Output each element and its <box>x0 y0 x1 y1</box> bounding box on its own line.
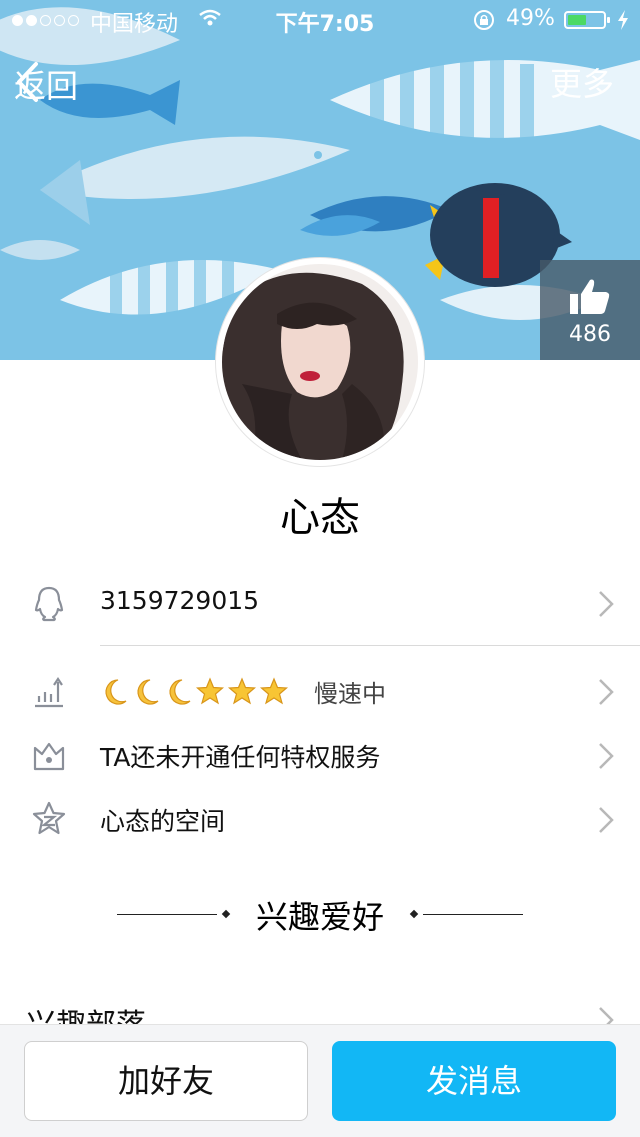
status-time: 下午7:05 <box>275 12 375 37</box>
moon-icon <box>137 678 159 705</box>
qzone-star-icon <box>32 801 66 835</box>
thumbs-up-icon <box>570 279 610 314</box>
back-button[interactable]: 返回 <box>14 60 78 108</box>
row-divider <box>100 645 640 646</box>
moon-icon <box>105 678 127 705</box>
add-friend-button[interactable]: 加好友 <box>24 1041 308 1121</box>
interests-section-header: 兴趣爱好 <box>0 892 640 938</box>
back-chevron-icon <box>17 62 38 102</box>
like-button[interactable]: 486 <box>540 260 640 360</box>
avatar[interactable] <box>216 258 424 466</box>
level-speed: 慢速中 <box>314 680 386 708</box>
privilege-text: TA还未开通任何特权服务 <box>100 743 381 772</box>
interests-title: 兴趣爱好 <box>255 898 384 936</box>
privilege-row[interactable]: TA还未开通任何特权服务 <box>0 722 640 786</box>
wifi-icon <box>199 9 221 26</box>
signal-icon <box>12 9 79 31</box>
carrier-label: 中国移动 <box>90 12 179 37</box>
profile-name: 心态 <box>280 495 360 541</box>
chevron-right-icon <box>599 679 614 705</box>
qzone-row[interactable]: 心态的空间 <box>0 786 640 850</box>
status-bar: 中国移动 下午7:05 49% <box>0 0 640 40</box>
qzone-text: 心态的空间 <box>100 807 226 836</box>
avatar-photo <box>222 264 418 460</box>
star-icon <box>227 676 257 704</box>
like-count: 486 <box>569 322 611 347</box>
level-icons <box>105 676 289 705</box>
battery-percent: 49% <box>506 6 555 31</box>
bottom-action-bar: 加好友 发消息 <box>0 1024 640 1137</box>
more-button[interactable]: 更多 <box>550 60 614 108</box>
level-bars-icon <box>35 677 63 708</box>
rotation-lock-icon <box>474 10 494 30</box>
crown-icon <box>33 742 65 771</box>
send-message-button[interactable]: 发消息 <box>332 1041 616 1121</box>
qq-number: 3159729015 <box>100 586 260 615</box>
charging-bolt-icon <box>618 10 628 30</box>
star-icon <box>259 676 289 704</box>
chevron-right-icon <box>599 807 614 833</box>
moon-icon <box>169 678 191 705</box>
qq-number-row[interactable]: 3159729015 <box>0 570 640 634</box>
qq-penguin-icon <box>34 586 64 622</box>
chevron-right-icon <box>599 591 614 617</box>
level-indicator: 慢速中 <box>100 674 386 709</box>
chevron-right-icon <box>599 743 614 769</box>
star-icon <box>195 676 225 704</box>
battery-icon <box>564 11 610 29</box>
level-row[interactable]: 慢速中 <box>0 658 640 722</box>
